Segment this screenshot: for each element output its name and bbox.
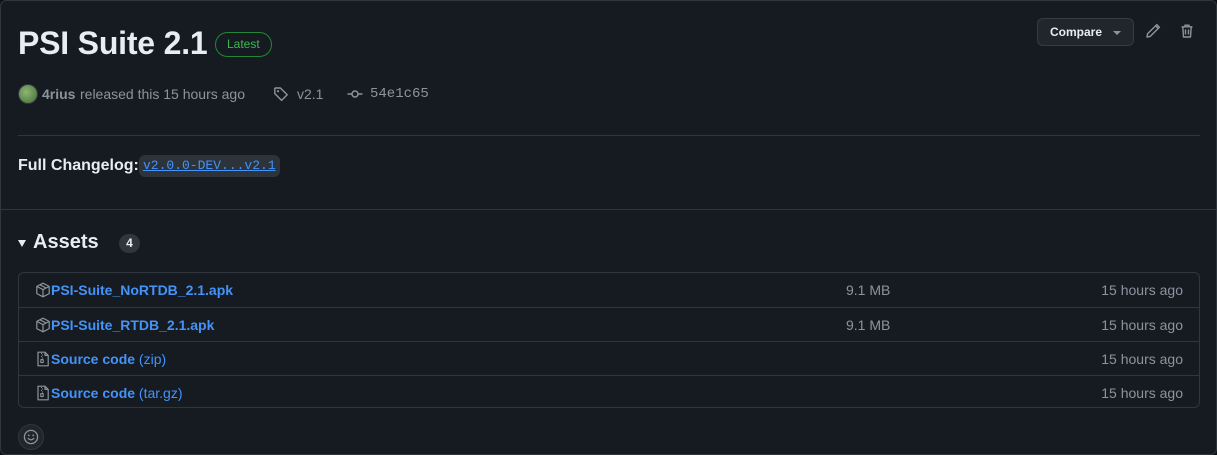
tag-icon [274, 87, 288, 102]
package-icon [36, 317, 50, 333]
changelog-compare-link[interactable]: v2.0.0-DEV...v2.1 [139, 155, 280, 177]
asset-time: 15 hours ago [1101, 317, 1183, 333]
asset-name: Source code [51, 351, 136, 367]
asset-time: 15 hours ago [1101, 351, 1183, 367]
divider [1, 209, 1216, 210]
commit-link[interactable]: 54e1c65 [370, 83, 429, 105]
asset-link[interactable]: PSI-Suite_RTDB_2.1.apk [51, 308, 214, 342]
asset-link[interactable]: Source code (tar.gz) [51, 376, 183, 407]
asset-size: 9.1 MB [846, 317, 891, 333]
smiley-icon [23, 429, 39, 445]
asset-time: 15 hours ago [1101, 282, 1183, 298]
commit-icon [347, 90, 363, 98]
edit-release-button[interactable] [1142, 20, 1164, 42]
trash-icon [1181, 24, 1193, 38]
tag-link[interactable]: v2.1 [297, 83, 323, 105]
asset-row: PSI-Suite_RTDB_2.1.apk 9.1 MB 15 hours a… [19, 307, 1199, 341]
add-reaction-button[interactable] [18, 424, 44, 450]
asset-link[interactable]: Source code (zip) [51, 342, 166, 376]
release-title[interactable]: PSI Suite 2.1 [18, 23, 208, 63]
triangle-down-icon [18, 239, 26, 247]
asset-name: PSI-Suite_RTDB_2.1.apk [51, 317, 215, 333]
assets-list: PSI-Suite_NoRTDB_2.1.apk 9.1 MB 15 hours… [18, 272, 1200, 408]
changelog-label: Full Changelog: [18, 157, 139, 174]
asset-size: 9.1 MB [846, 282, 891, 298]
asset-row: Source code (tar.gz) 15 hours ago [19, 375, 1199, 407]
pencil-icon [1146, 23, 1161, 38]
author-link[interactable]: 4rius [42, 83, 75, 105]
asset-time: 15 hours ago [1101, 385, 1183, 401]
assets-toggle[interactable]: Assets [18, 230, 99, 254]
package-icon [36, 282, 50, 298]
assets-count-badge: 4 [119, 234, 140, 253]
chevron-down-icon [1113, 31, 1121, 35]
file-zip-icon [37, 385, 49, 401]
release-card: PSI Suite 2.1 Latest Compare 4rius relea… [0, 0, 1217, 455]
assets-title: Assets [33, 230, 99, 253]
asset-link[interactable]: PSI-Suite_NoRTDB_2.1.apk [51, 273, 233, 307]
asset-name: Source code [51, 385, 136, 401]
delete-release-button[interactable] [1176, 20, 1198, 42]
avatar[interactable] [18, 84, 38, 104]
asset-format: (tar.gz) [138, 385, 183, 401]
latest-badge: Latest [215, 32, 272, 57]
file-zip-icon [37, 351, 49, 367]
asset-name: PSI-Suite_NoRTDB_2.1.apk [51, 282, 234, 298]
divider [18, 135, 1200, 136]
asset-row: Source code (zip) 15 hours ago [19, 341, 1199, 375]
compare-label: Compare [1050, 25, 1103, 39]
released-time-text: released this 15 hours ago [80, 86, 245, 102]
compare-button[interactable]: Compare [1037, 18, 1134, 46]
asset-format: (zip) [138, 351, 167, 367]
asset-row: PSI-Suite_NoRTDB_2.1.apk 9.1 MB 15 hours… [19, 273, 1199, 307]
